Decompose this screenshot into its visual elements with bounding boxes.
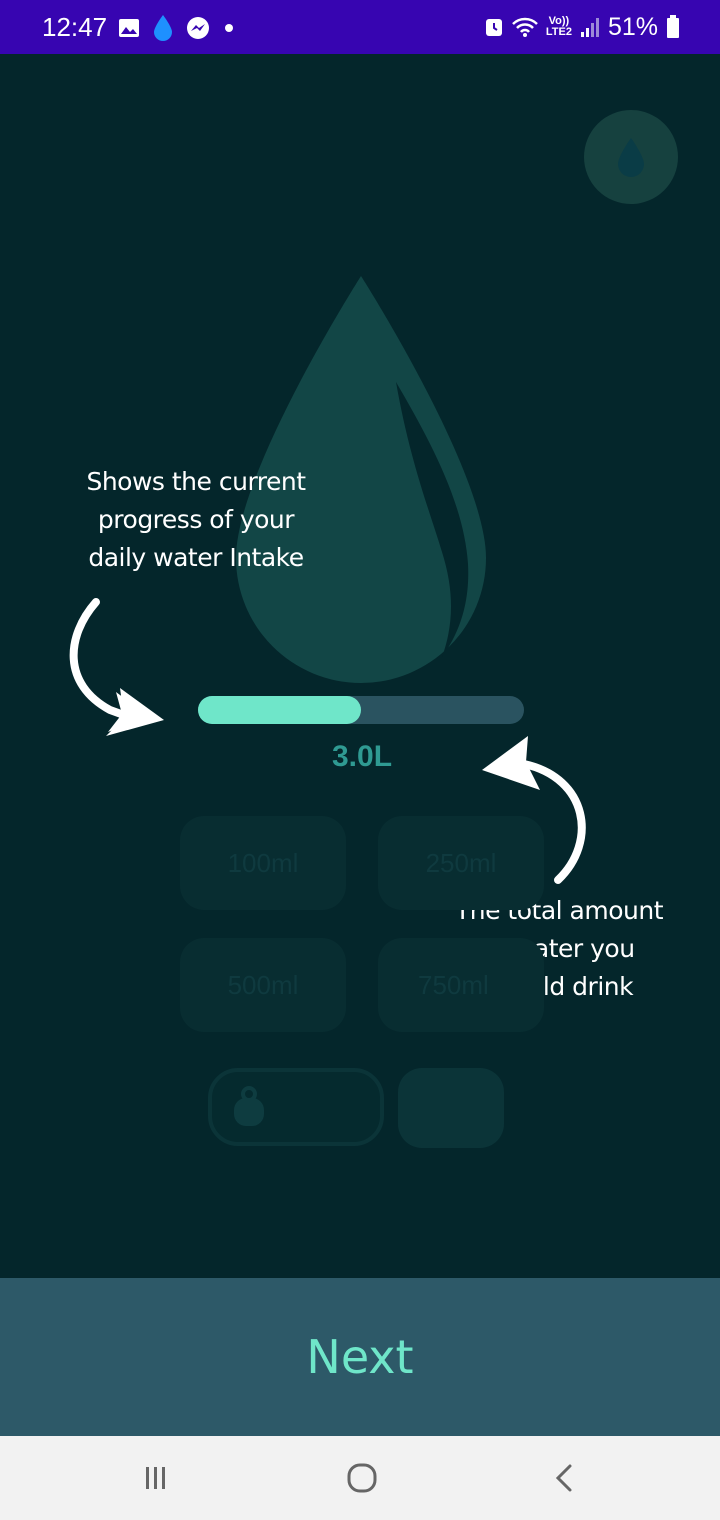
back-icon[interactable] — [544, 1460, 584, 1496]
curved-arrow-icon — [69, 598, 164, 736]
add-custom-amount-button[interactable] — [398, 1068, 504, 1148]
weight-icon — [234, 1086, 264, 1126]
next-button-label: Next — [306, 1330, 414, 1384]
drop-button[interactable] — [584, 110, 678, 204]
system-navigation-bar — [0, 1436, 720, 1520]
battery-percent: 51% — [607, 12, 658, 41]
progress-tip-text: Shows the current progress of your daily… — [86, 467, 306, 572]
amount-250ml-button[interactable]: 250ml — [378, 816, 544, 910]
amount-100ml-button[interactable]: 100ml — [180, 816, 346, 910]
signal-icon — [580, 18, 599, 37]
dot-icon — [225, 24, 233, 32]
battery-icon — [667, 15, 679, 38]
image-icon — [119, 19, 139, 37]
amount-500ml-button[interactable]: 500ml — [180, 938, 346, 1032]
alarm-icon — [485, 19, 502, 36]
status-time: 12:47 — [42, 12, 108, 42]
messenger-icon — [187, 17, 209, 39]
status-system-icons: Vo)) LTE2 51% — [484, 10, 680, 44]
status-bar: 12:47 Vo)) LTE2 51% — [0, 0, 720, 54]
next-button[interactable]: Next — [0, 1278, 720, 1436]
total-amount-label: 3.0L — [331, 740, 393, 773]
water-drop-icon — [618, 138, 644, 177]
status-notification-icons — [118, 14, 236, 42]
volte-lte2-icon: Vo)) LTE2 — [545, 15, 572, 38]
main-screen: Shows the current progress of your daily… — [0, 54, 720, 1278]
custom-amount-input[interactable] — [208, 1068, 384, 1146]
recent-apps-icon[interactable] — [136, 1460, 176, 1496]
wifi-icon — [511, 17, 538, 37]
amount-750ml-button[interactable]: 750ml — [378, 938, 544, 1032]
home-icon[interactable] — [342, 1460, 382, 1496]
water-progress-bar — [198, 696, 524, 724]
water-drop-icon — [154, 15, 172, 41]
water-progress-fill — [198, 696, 361, 724]
